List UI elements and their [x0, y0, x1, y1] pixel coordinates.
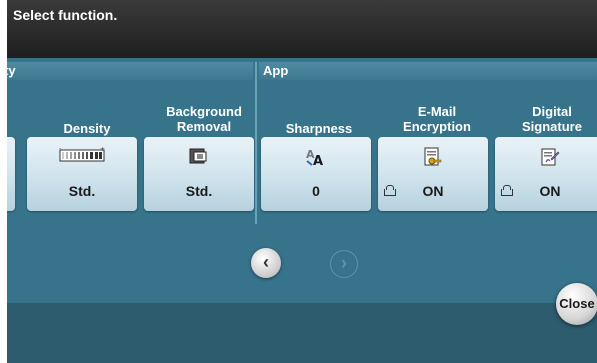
email-encryption-value: ON: [422, 183, 444, 199]
background-removal-label-line2: Removal: [176, 119, 232, 134]
bottom-bar: [7, 303, 597, 363]
digital-signature-label-line1: Digital: [532, 104, 572, 119]
next-page-button[interactable]: ›: [330, 250, 358, 278]
sharpness-icon: A A: [261, 147, 371, 169]
digital-signature-value: ON: [539, 183, 561, 199]
background-removal-icon: [144, 147, 254, 167]
svg-text:A: A: [313, 154, 323, 167]
email-encryption-button[interactable]: ON: [378, 137, 488, 211]
partial-function-tile[interactable]: [7, 137, 15, 211]
screen: Select function. ty App Density Backgrou…: [7, 0, 597, 363]
background-removal-value: Std.: [185, 183, 213, 199]
density-value: Std.: [68, 183, 96, 199]
density-label: Density: [27, 121, 147, 136]
email-encryption-icon: [378, 147, 488, 167]
svg-text:-: -: [59, 147, 61, 152]
section-divider: [255, 62, 257, 224]
sharpness-label: Sharpness: [259, 121, 379, 136]
background-removal-button[interactable]: Std.: [144, 137, 254, 211]
sharpness-label-text: Sharpness: [285, 121, 353, 136]
density-button[interactable]: - + Std.: [27, 137, 137, 211]
section-title-app: App: [263, 63, 289, 78]
section-header-left: ty: [7, 62, 253, 80]
section-header-app: App: [259, 62, 597, 80]
background-removal-label: Background Removal: [144, 104, 264, 134]
sharpness-value: 0: [312, 183, 320, 199]
sharpness-button[interactable]: A A 0: [261, 137, 371, 211]
svg-text:+: +: [100, 147, 105, 153]
digital-signature-button[interactable]: ON: [495, 137, 597, 211]
previous-page-button[interactable]: ‹: [251, 248, 281, 278]
density-label-text: Density: [63, 121, 111, 136]
density-icon: - +: [27, 145, 137, 167]
close-button[interactable]: Close: [556, 283, 597, 325]
digital-signature-icon: [495, 147, 597, 167]
background-removal-label-line1: Background: [166, 104, 242, 119]
email-encryption-label: E-Mail Encryption: [372, 104, 502, 134]
instruction-text: Select function.: [13, 7, 118, 23]
email-encryption-label-line2: Encryption: [403, 119, 471, 134]
digital-signature-label-line2: Signature: [522, 119, 582, 134]
email-encryption-label-line1: E-Mail: [417, 104, 457, 119]
top-bar: Select function.: [7, 0, 597, 58]
section-title-left: ty: [7, 63, 16, 78]
digital-signature-label: Digital Signature: [492, 104, 597, 134]
